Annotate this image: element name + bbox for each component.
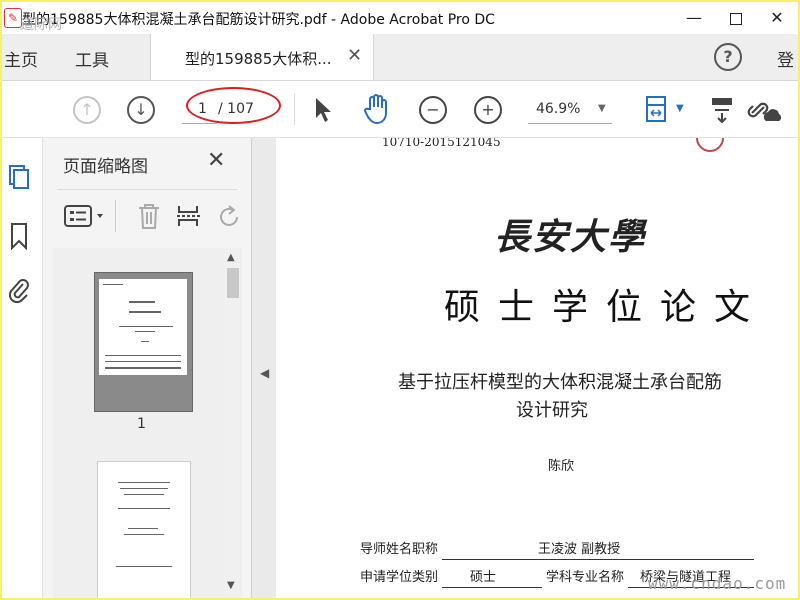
attachment-icon[interactable] [8, 276, 30, 304]
zoom-out-icon[interactable]: − [419, 96, 447, 124]
thumb-text-line [118, 482, 170, 483]
page-thumbnail[interactable] [97, 461, 191, 598]
navigation-rail [2, 138, 43, 598]
tab-home[interactable]: 主页 [4, 46, 38, 71]
rotate-icon[interactable] [219, 202, 239, 230]
degree-type-underline [442, 587, 542, 588]
tab-document-label: 型的159885大体积... [185, 50, 332, 68]
thumb-text-line [105, 361, 181, 362]
advisor-label: 导师姓名职称 [360, 542, 439, 557]
red-highlight-ellipse [186, 87, 281, 124]
panel-divider [57, 189, 237, 190]
thumb-text-line [128, 528, 158, 529]
title-bar: ✎ 型的159885大体积混凝土承台配筋设计研究.pdf - Adobe Acr… [2, 2, 798, 34]
thumb-text-line [118, 508, 170, 509]
page-thumbnails-icon[interactable] [8, 162, 30, 190]
degree-type-value: 硕士 [470, 570, 497, 585]
toolbar: ↑ ↓ 1 / 107 − + 46.9% ▼ ▼ [2, 81, 798, 138]
options-menu-icon[interactable] [63, 202, 109, 230]
hand-tool-icon[interactable] [362, 93, 392, 125]
site-url-watermark: www.cndao.com [648, 574, 787, 593]
collapse-panel-icon[interactable]: ◀ [260, 366, 269, 380]
select-cursor-icon[interactable] [314, 97, 332, 123]
university-name: 長安大學 [494, 216, 647, 258]
panel-title: 页面缩略图 [63, 157, 148, 177]
acrobat-window: ✎ 型的159885大体积混凝土承台配筋设计研究.pdf - Adobe Acr… [2, 2, 798, 598]
maximize-button[interactable] [716, 4, 756, 32]
panel-collapse-strip[interactable]: ◀ [252, 138, 276, 598]
scroll-up-icon[interactable]: ▲ [227, 252, 235, 263]
minimize-button[interactable]: — [674, 4, 714, 32]
thumb-text-line [116, 566, 172, 567]
share-link-icon[interactable] [746, 95, 782, 125]
help-icon[interactable]: ? [714, 43, 742, 71]
thumbnails-list[interactable]: 1 [53, 248, 231, 598]
advisor-value: 王凌波 副教授 [538, 542, 621, 557]
thumbnails-panel: 页面缩略图 ✕ 1 ▲ ▼ [43, 138, 252, 598]
advisor-underline [442, 559, 754, 560]
document-view[interactable]: 10710-2015121045 長安大學 硕士学位论文 基于拉压杆模型的大体积… [276, 138, 798, 598]
degree-type-label: 申请学位类别 [360, 570, 439, 585]
document-id-line: 10710-2015121045 [382, 138, 501, 149]
thumb-text-line [119, 326, 173, 327]
tab-tools[interactable]: 工具 [75, 46, 109, 71]
fit-page-icon[interactable] [644, 95, 670, 125]
panel-tools-divider [115, 200, 116, 232]
thumbnail-page-number: 1 [137, 416, 146, 432]
delete-icon[interactable] [136, 202, 162, 230]
major-label: 学科专业名称 [546, 570, 625, 585]
author-name: 陈欣 [548, 459, 575, 474]
read-mode-icon[interactable] [710, 95, 736, 125]
tab-close-icon[interactable]: ✕ [347, 45, 362, 66]
scrollbar-thumb[interactable] [227, 268, 239, 298]
thumb-text-line [129, 301, 155, 303]
thumb-text-line [105, 355, 181, 356]
thesis-title-line-1: 基于拉压杆模型的大体积混凝土承台配筋 [398, 372, 722, 393]
fit-options-chevron-icon[interactable]: ▼ [676, 103, 684, 114]
bookmark-icon[interactable] [8, 222, 30, 250]
thumbnails-scrollbar[interactable]: ▲ ▼ [224, 248, 242, 598]
zoom-level: 46.9% [536, 101, 581, 117]
thumb-text-line [135, 331, 155, 332]
zoom-in-icon[interactable]: + [474, 96, 502, 124]
site-watermark: 道际网 [20, 17, 62, 33]
thumb-text-line [141, 341, 149, 342]
degree-title: 硕士学位论文 [444, 287, 769, 328]
university-seal [696, 138, 724, 152]
scroll-down-icon[interactable]: ▼ [227, 580, 235, 591]
thumb-text-line [105, 367, 181, 369]
toolbar-divider [294, 93, 295, 125]
extract-pages-icon[interactable] [175, 202, 203, 230]
sign-in-button[interactable]: 登 [777, 46, 794, 71]
close-window-button[interactable]: ✕ [757, 4, 797, 32]
thumb-text-line [129, 311, 161, 313]
chevron-down-icon[interactable]: ▼ [598, 103, 606, 114]
thumb-text-line [124, 494, 164, 495]
previous-page-icon[interactable]: ↑ [73, 96, 101, 124]
next-page-icon[interactable]: ↓ [127, 96, 155, 124]
window-title: 型的159885大体积混凝土承台配筋设计研究.pdf - Adobe Acrob… [22, 12, 495, 28]
tab-bar: 主页 工具 型的159885大体积... ✕ ? 登 [2, 34, 798, 81]
thesis-title-line-2: 设计研究 [516, 400, 588, 421]
close-icon[interactable]: ✕ [207, 148, 225, 173]
thumb-text-line [120, 488, 168, 489]
tab-document[interactable]: 型的159885大体积... ✕ [150, 34, 374, 80]
maximize-icon [730, 12, 742, 25]
thumbnail-preview [99, 279, 187, 375]
thumb-text-line [124, 534, 164, 535]
thumb-text-line [103, 284, 123, 285]
page-thumbnail[interactable] [94, 272, 193, 412]
